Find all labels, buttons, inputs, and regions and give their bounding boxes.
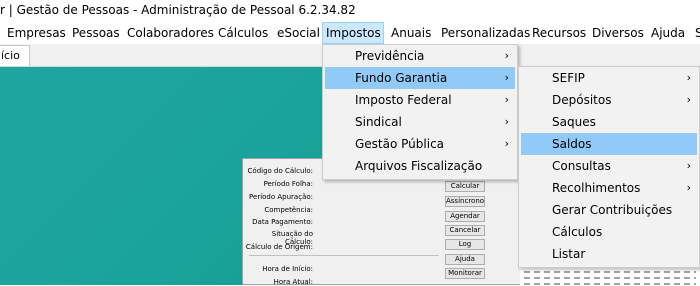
menu-item-label: Listar	[552, 247, 586, 261]
submenu-item-depositos[interactable]: Depósitos ›	[521, 89, 697, 111]
menu-item-label: Fundo Garantia	[355, 71, 448, 85]
menu-sem[interactable]: Sem	[692, 22, 700, 44]
menu-anuais[interactable]: Anuais	[388, 22, 434, 44]
menu-item-label: Previdência	[355, 49, 425, 63]
menu-item-label: SEFIP	[552, 71, 585, 85]
submenu-item-listar[interactable]: Listar	[521, 243, 697, 265]
results-grid	[520, 265, 700, 286]
menu-item-gestao-publica[interactable]: Gestão Pública ›	[325, 133, 515, 155]
menu-calculos[interactable]: Cálculos	[215, 22, 271, 44]
label-calculo-origem: Cálculo de Origem:	[245, 243, 313, 251]
menu-item-imposto-federal[interactable]: Imposto Federal ›	[325, 89, 515, 111]
chevron-right-icon: ›	[686, 159, 691, 172]
chevron-right-icon: ›	[686, 93, 691, 106]
menu-item-label: Saldos	[552, 137, 592, 151]
menu-item-label: Saques	[552, 115, 596, 129]
label-competencia: Competência:	[264, 206, 313, 214]
menu-diversos[interactable]: Diversos	[589, 22, 647, 44]
label-periodo-folha: Período Folha:	[263, 180, 313, 188]
chevron-right-icon: ›	[504, 71, 509, 84]
submenu-item-recolhimentos[interactable]: Recolhimentos ›	[521, 177, 697, 199]
cancelar-button[interactable]: Cancelar	[445, 225, 485, 236]
submenu-item-sefip[interactable]: SEFIP ›	[521, 67, 697, 89]
menu-colaboradores[interactable]: Colaboradores	[124, 22, 217, 44]
menu-empresas[interactable]: Empresas	[4, 22, 69, 44]
label-data-pagamento: Data Pagamento:	[252, 218, 313, 226]
menu-item-sindical[interactable]: Sindical ›	[325, 111, 515, 133]
menu-item-previdencia[interactable]: Previdência ›	[325, 45, 515, 67]
chevron-right-icon: ›	[504, 137, 509, 150]
menu-ajuda[interactable]: Ajuda	[648, 22, 688, 44]
submenu-item-saldos[interactable]: Saldos	[521, 133, 697, 155]
label-hora-inicio: Hora de Início:	[262, 265, 313, 273]
tab-inicio[interactable]: ício	[0, 45, 30, 66]
submenu-item-gerar-contribuicoes[interactable]: Gerar Contribuições	[521, 199, 697, 221]
menu-bar: Empresas Pessoas Colaboradores Cálculos …	[0, 22, 700, 44]
menu-item-label: Arquivos Fiscalização	[355, 159, 483, 173]
label-codigo-calculo: Código do Cálculo:	[247, 167, 313, 175]
chevron-right-icon: ›	[686, 181, 691, 194]
menu-item-label: Sindical	[355, 115, 402, 129]
window-title: r | Gestão de Pessoas - Administração de…	[0, 3, 356, 17]
ajuda-button[interactable]: Ajuda	[445, 254, 485, 265]
submenu-item-saques[interactable]: Saques	[521, 111, 697, 133]
label-periodo-apuracao: Período Apuração:	[249, 193, 313, 201]
fundo-garantia-submenu: SEFIP › Depósitos › Saques Saldos Consul…	[518, 66, 700, 268]
window-title-bar: r | Gestão de Pessoas - Administração de…	[0, 0, 700, 22]
assincrono-button[interactable]: Assíncrono	[445, 196, 485, 207]
menu-impostos[interactable]: Impostos	[322, 22, 384, 44]
submenu-item-calculos[interactable]: Cálculos	[521, 221, 697, 243]
menu-item-arquivos-fiscalizacao[interactable]: Arquivos Fiscalização	[325, 155, 515, 177]
chevron-right-icon: ›	[686, 71, 691, 84]
log-button[interactable]: Log	[445, 239, 485, 250]
chevron-right-icon: ›	[504, 93, 509, 106]
grid-row	[524, 271, 696, 273]
menu-item-label: Imposto Federal	[355, 93, 452, 107]
menu-item-label: Cálculos	[552, 225, 603, 239]
calcular-button[interactable]: Calcular	[445, 181, 485, 192]
grid-row	[524, 277, 696, 279]
menu-item-fundo-garantia[interactable]: Fundo Garantia ›	[325, 67, 515, 89]
monitorar-button[interactable]: Monitorar	[445, 268, 485, 279]
menu-item-label: Depósitos	[552, 93, 612, 107]
menu-item-label: Gestão Pública	[355, 137, 445, 151]
menu-recursos[interactable]: Recursos	[529, 22, 589, 44]
chevron-right-icon: ›	[504, 49, 509, 62]
agendar-button[interactable]: Agendar	[445, 211, 485, 222]
submenu-item-consultas[interactable]: Consultas ›	[521, 155, 697, 177]
menu-pessoas[interactable]: Pessoas	[69, 22, 123, 44]
impostos-dropdown: Previdência › Fundo Garantia › Imposto F…	[322, 44, 518, 180]
menu-personalizadas[interactable]: Personalizadas	[438, 22, 533, 44]
chevron-right-icon: ›	[504, 115, 509, 128]
menu-esocial[interactable]: eSocial	[274, 22, 323, 44]
menu-item-label: Recolhimentos	[552, 181, 641, 195]
panel-divider	[249, 255, 439, 256]
menu-item-label: Gerar Contribuições	[552, 203, 673, 217]
menu-item-label: Consultas	[552, 159, 611, 173]
